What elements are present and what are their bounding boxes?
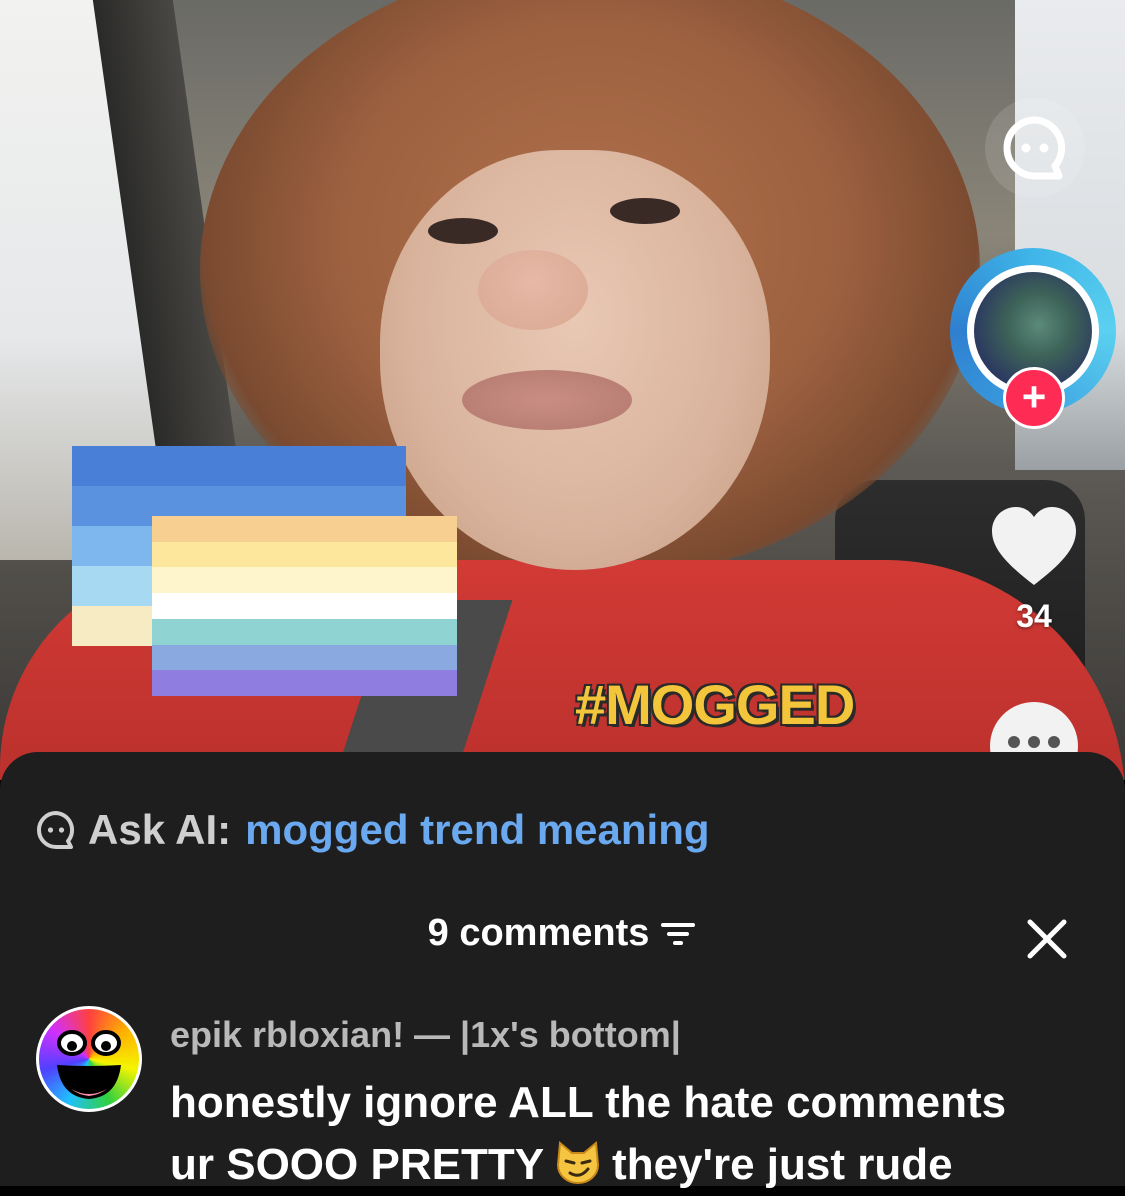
rainbow-smiley-icon bbox=[57, 1030, 121, 1099]
dot bbox=[1048, 736, 1060, 748]
ask-ai-label: Ask AI: bbox=[88, 806, 232, 853]
comments-count-label: 9 comments bbox=[427, 912, 650, 954]
ai-chat-icon bbox=[1003, 116, 1066, 180]
comment-line-1: honestly ignore ALL the hate comments bbox=[170, 1078, 1007, 1127]
dot bbox=[1028, 736, 1040, 748]
smirking-cat-icon bbox=[557, 1141, 600, 1184]
ask-ai-search[interactable]: Ask AI: mogged trend meaning bbox=[36, 806, 710, 854]
flag-stripe bbox=[152, 618, 457, 645]
commenter-username[interactable]: epik rbloxian! — |1x's bottom| bbox=[170, 1014, 681, 1056]
ask-ai-query[interactable]: mogged trend meaning bbox=[245, 806, 709, 854]
commenter-avatar[interactable] bbox=[36, 1006, 142, 1112]
flag-stripe bbox=[152, 593, 457, 619]
ask-ai-button[interactable] bbox=[985, 98, 1085, 198]
flag-stripe bbox=[152, 670, 457, 697]
video-player[interactable]: #MOGGED bbox=[0, 0, 1125, 780]
flag-stripe bbox=[72, 446, 406, 486]
pride-flag-pastel bbox=[152, 516, 457, 697]
flag-stripe bbox=[152, 644, 457, 671]
close-icon bbox=[1027, 919, 1067, 959]
close-comments-button[interactable] bbox=[1022, 914, 1072, 964]
heart-icon bbox=[992, 507, 1076, 585]
like-count: 34 bbox=[1016, 598, 1052, 634]
mouth bbox=[462, 370, 632, 430]
comment-line-2: ur SOOO PRETTY they're just rude bbox=[170, 1134, 1120, 1196]
sort-filter-icon bbox=[661, 922, 696, 945]
flag-stripe bbox=[152, 516, 457, 542]
like-button[interactable] bbox=[988, 505, 1080, 589]
eye-left bbox=[428, 218, 498, 244]
comment-text-part: ur SOOO PRETTY bbox=[170, 1140, 545, 1189]
ai-chat-icon bbox=[37, 811, 74, 849]
flag-stripe bbox=[152, 567, 457, 594]
comment-text-part: they're just rude bbox=[612, 1140, 953, 1189]
hashtag-overlay: #MOGGED bbox=[575, 673, 855, 736]
flag-stripe bbox=[152, 541, 457, 568]
nose bbox=[478, 250, 588, 330]
dot bbox=[1008, 736, 1020, 748]
comment-text: honestly ignore ALL the hate comments ur… bbox=[170, 1072, 1120, 1196]
comments-header: 9 comments bbox=[0, 912, 1125, 955]
comments-count[interactable]: 9 comments bbox=[428, 912, 698, 955]
face bbox=[380, 150, 770, 570]
eye-right bbox=[610, 198, 680, 224]
follow-button[interactable]: + bbox=[1003, 367, 1065, 429]
